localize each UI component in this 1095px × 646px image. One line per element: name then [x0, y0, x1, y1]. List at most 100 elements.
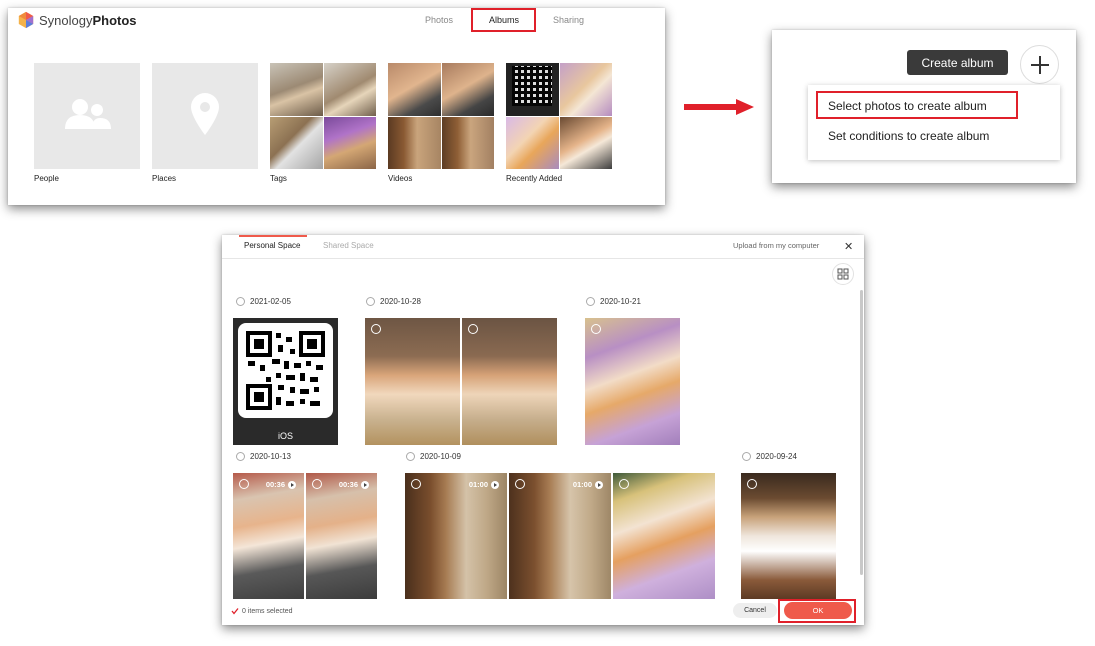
play-icon	[288, 480, 296, 489]
nav-tab-photos[interactable]: Photos	[425, 15, 453, 25]
ok-highlight-box	[778, 599, 856, 623]
select-circle-icon[interactable]	[236, 452, 245, 461]
select-circle-icon[interactable]	[468, 324, 478, 334]
photo-thumb-cat-box-2[interactable]	[462, 318, 557, 445]
logo-brand: Synology	[39, 12, 93, 28]
albums-panel: SynologyPhotos Photos Albums Sharing Peo…	[8, 8, 665, 205]
date-label: 2020-10-09	[420, 452, 461, 461]
video-thumb-2	[441, 63, 494, 116]
active-tab-indicator	[239, 235, 307, 237]
photo-picker-dialog: Personal Space Shared Space Upload from …	[222, 235, 864, 625]
video-duration: 01:00	[469, 480, 499, 489]
video-thumb-chair-2[interactable]: 01:00	[509, 473, 611, 599]
add-button[interactable]	[1020, 45, 1059, 84]
play-icon	[595, 480, 603, 489]
album-label-tags: Tags	[270, 174, 287, 183]
scrollbar[interactable]	[860, 290, 863, 575]
photo-thumb-qr[interactable]: iOS	[233, 318, 338, 445]
plus-icon	[1030, 55, 1049, 74]
video-duration: 01:00	[573, 480, 603, 489]
menu-set-conditions[interactable]: Set conditions to create album	[828, 129, 989, 143]
qr-card	[238, 323, 333, 418]
select-circle-icon[interactable]	[515, 479, 525, 489]
video-thumb-3	[388, 116, 441, 169]
album-tile-tags[interactable]	[270, 63, 376, 169]
play-icon	[491, 480, 499, 489]
play-icon	[361, 480, 369, 489]
selection-status: 0 items selected	[231, 607, 293, 615]
checkmark-icon	[231, 608, 239, 615]
create-album-tooltip: Create album	[907, 50, 1008, 75]
album-tile-videos[interactable]	[388, 63, 494, 169]
video-thumb-chair-1[interactable]: 01:00	[405, 473, 507, 599]
album-tile-people[interactable]	[34, 63, 140, 169]
date-group-header[interactable]: 2020-10-21	[586, 297, 641, 306]
select-circle-icon[interactable]	[406, 452, 415, 461]
grid-view-button[interactable]	[832, 263, 854, 285]
date-label: 2020-10-28	[380, 297, 421, 306]
select-circle-icon[interactable]	[371, 324, 381, 334]
select-circle-icon[interactable]	[586, 297, 595, 306]
upload-from-computer-link[interactable]: Upload from my computer	[733, 241, 819, 250]
date-label: 2020-09-24	[756, 452, 797, 461]
synology-photos-logo-icon	[18, 11, 34, 29]
recent-thumb-cat-blanket	[559, 63, 612, 116]
album-tile-places[interactable]	[152, 63, 258, 169]
picker-footer: 0 items selected Cancel OK	[222, 599, 864, 625]
tag-thumb-cat-box	[270, 116, 323, 169]
select-circle-icon[interactable]	[236, 297, 245, 306]
date-label: 2021-02-05	[250, 297, 291, 306]
date-label: 2020-10-21	[600, 297, 641, 306]
cancel-button[interactable]: Cancel	[733, 603, 777, 618]
picker-tabbar: Personal Space Shared Space Upload from …	[222, 235, 864, 259]
recent-thumb-qr	[506, 63, 559, 116]
album-label-places: Places	[152, 174, 177, 183]
album-label-people: People	[34, 174, 59, 183]
recent-thumb-cat-purple	[506, 116, 559, 169]
photo-thumb-cat-box-1[interactable]	[365, 318, 460, 445]
tab-shared-space[interactable]: Shared Space	[323, 241, 374, 250]
albums-highlight-box	[471, 8, 536, 32]
select-circle-icon[interactable]	[742, 452, 751, 461]
photo-thumb-latte[interactable]	[741, 473, 836, 599]
video-duration: 00:36	[266, 480, 296, 489]
select-circle-icon[interactable]	[619, 479, 629, 489]
nav-tab-sharing[interactable]: Sharing	[553, 15, 584, 25]
video-thumb-1	[388, 63, 441, 116]
date-group-header[interactable]: 2021-02-05	[236, 297, 291, 306]
date-group-header[interactable]: 2020-10-28	[366, 297, 421, 306]
select-circle-icon[interactable]	[366, 297, 375, 306]
tag-thumb-cat-window-2	[323, 63, 376, 116]
album-label-videos: Videos	[388, 174, 413, 183]
date-group-header[interactable]: 2020-10-13	[236, 452, 291, 461]
qr-code-icon	[246, 331, 325, 410]
date-label: 2020-10-13	[250, 452, 291, 461]
logo[interactable]: SynologyPhotos	[17, 11, 137, 29]
close-icon[interactable]: ✕	[844, 240, 853, 253]
select-circle-icon[interactable]	[239, 479, 249, 489]
tab-personal-space[interactable]: Personal Space	[244, 241, 300, 250]
right-arrow-icon	[684, 99, 754, 115]
date-group-header[interactable]: 2020-10-09	[406, 452, 461, 461]
selected-count-text: 0 items selected	[242, 607, 293, 615]
recent-thumb-cat-floor	[559, 116, 612, 169]
select-circle-icon[interactable]	[591, 324, 601, 334]
select-photos-highlight-box	[816, 91, 1018, 119]
album-tile-recently-added[interactable]	[506, 63, 612, 169]
video-thumb-cat-mat-2[interactable]: 00:36	[306, 473, 377, 599]
tag-thumb-cat-umbrella	[323, 116, 376, 169]
select-circle-icon[interactable]	[411, 479, 421, 489]
create-album-panel: Create album Select photos to create alb…	[772, 30, 1076, 183]
photo-thumb-cat-blanket[interactable]	[585, 318, 680, 445]
location-pin-icon	[191, 93, 219, 135]
video-thumb-cat-mat-1[interactable]: 00:36	[233, 473, 304, 599]
select-circle-icon[interactable]	[747, 479, 757, 489]
photo-thumb-cat-purple[interactable]	[613, 473, 715, 599]
people-icon	[65, 99, 111, 129]
album-label-recently-added: Recently Added	[506, 174, 563, 183]
logo-product: Photos	[92, 12, 137, 28]
select-circle-icon[interactable]	[312, 479, 322, 489]
grid-icon	[837, 268, 849, 280]
video-thumb-4	[441, 116, 494, 169]
date-group-header[interactable]: 2020-09-24	[742, 452, 797, 461]
